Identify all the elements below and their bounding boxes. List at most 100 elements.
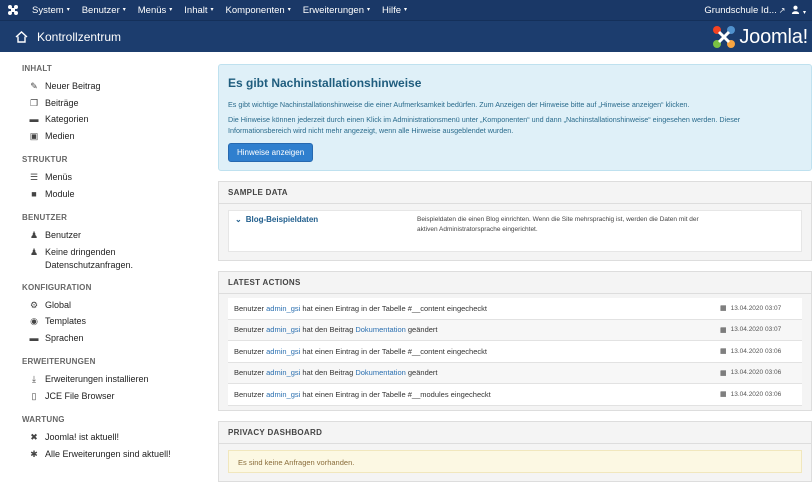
action-row: Benutzer admin_gsi hat einen Eintrag in …: [228, 384, 802, 406]
sidebar-item-label: Erweiterungen installieren: [45, 374, 149, 384]
action-text: Benutzer admin_gsi hat einen Eintrag in …: [234, 304, 720, 313]
menu-benutzer[interactable]: Benutzer ▾: [76, 5, 132, 16]
chevron-down-icon: ⌄: [235, 215, 242, 224]
menu-system[interactable]: System ▾: [26, 5, 76, 16]
sidebar-item-keine[interactable]: ♟ Keine dringenden Datenschutzanfragen.: [22, 246, 197, 274]
action-row: Benutzer admin_gsi hat den Beitrag Dokum…: [228, 362, 802, 384]
list-icon: ☰: [29, 172, 39, 182]
sample-data-panel: SAMPLE DATA ⌄ Blog-Beispieldaten Beispiel…: [218, 181, 812, 261]
joomla-logo-icon[interactable]: [0, 0, 26, 20]
sidebar-nav-list: ♟ Benutzer ♟ Keine dringenden Datenschutzan…: [22, 229, 197, 274]
action-text-part: hat einen Eintrag in der Tabelle #__cont…: [300, 303, 487, 313]
sidebar-item-erweiterungen[interactable]: ⤓ Erweiterungen installieren: [22, 373, 197, 390]
action-text-part: geändert: [405, 368, 438, 378]
sample-data-row: ⌄ Blog-Beispieldaten Beispieldaten die ei…: [228, 210, 802, 252]
privacy-dashboard-panel: PRIVACY DASHBOARD Es sind keine Anfragen…: [218, 420, 812, 482]
users-icon: ♟: [29, 230, 39, 240]
header-bar: Kontrollzentrum Joomla!: [0, 20, 812, 52]
sidebar-item-kategorien[interactable]: ▬ Kategorien: [22, 113, 197, 130]
sidebar-item-label: Beiträge: [45, 97, 79, 108]
post-install-alert: Es gibt Nachinstallationshinweise Es gib…: [218, 64, 812, 171]
sample-data-link[interactable]: ⌄ Blog-Beispieldaten: [235, 215, 417, 247]
sidebar-item-label: Module: [45, 188, 75, 199]
sidebar-nav-list: ☰ Menüs ■ Module: [22, 171, 197, 204]
user-icon[interactable]: ▾: [791, 5, 806, 16]
action-text-part: Benutzer: [234, 368, 267, 378]
user-link[interactable]: admin_gsi: [266, 368, 300, 377]
alert-title: Es gibt Nachinstallationshinweise: [228, 76, 422, 90]
sidebar-nav-list: ⚙ Global ◉ Templates ▬ Sprachen: [22, 299, 197, 349]
sidebar-section-title: BENUTZER: [22, 213, 68, 222]
alert-text-2: Die Hinweise können jederzeit durch eine…: [228, 115, 741, 135]
sidebar-item-label: Sprachen: [45, 332, 84, 343]
top-menubar: System ▾ Benutzer ▾ Menüs ▾ Inhalt ▾ Komponenten…: [0, 0, 812, 20]
sidebar: INHALT ✎ Neuer Beitrag ❐ Beiträge ▬ Kategorien…: [22, 62, 197, 482]
latest-actions-panel: LATEST ACTIONS Benutzer admin_gsi hat ei…: [218, 271, 812, 411]
joomla-brand-icon: [713, 26, 736, 48]
caret-down-icon: ▾: [169, 7, 173, 14]
sidebar-section-title: INHALT: [22, 64, 52, 73]
calendar-icon: ▦: [720, 369, 727, 377]
menu-hilfe[interactable]: Hilfe ▾: [376, 5, 413, 16]
action-text-part: hat einen Eintrag in der Tabelle #__cont…: [300, 346, 487, 356]
calendar-icon: ▦: [720, 391, 727, 399]
action-text-part: Benutzer: [234, 389, 267, 399]
action-text-part: hat den Beitrag: [300, 368, 356, 378]
user-link[interactable]: admin_gsi: [266, 304, 300, 313]
site-name-link[interactable]: Grundschule Id... ↗: [704, 5, 785, 16]
main-menu: System ▾ Benutzer ▾ Menüs ▾ Inhalt ▾ Komponenten…: [26, 5, 413, 16]
user-link[interactable]: admin_gsi: [266, 390, 300, 399]
menu-erweiterungen[interactable]: Erweiterungen ▾: [297, 5, 376, 16]
calendar-icon: ▦: [720, 305, 727, 313]
alert-text-1: Es gibt wichtige Nachinstallationshinwei…: [228, 100, 690, 109]
sidebar-item-sprachen[interactable]: ▬ Sprachen: [22, 332, 197, 349]
sidebar-item-alle[interactable]: ✱ Alle Erweiterungen sind aktuell!: [22, 448, 197, 476]
image-icon: ▣: [29, 130, 39, 141]
page-title: Kontrollzentrum: [37, 29, 122, 44]
menu-menüs[interactable]: Menüs ▾: [132, 5, 179, 16]
sidebar-item-beiträge[interactable]: ❐ Beiträge: [22, 97, 197, 114]
menu-komponenten[interactable]: Komponenten ▾: [220, 5, 297, 16]
caret-down-icon: ▾: [122, 7, 126, 14]
caret-down-icon: ▾: [66, 7, 70, 14]
home-icon: [12, 28, 30, 46]
sidebar-item-benutzer[interactable]: ♟ Benutzer: [22, 229, 197, 246]
sidebar-item-medien[interactable]: ▣ Medien: [22, 130, 197, 147]
action-text-part: Benutzer: [234, 346, 267, 356]
action-date: ▦ 13.04.2020 03:07: [720, 304, 782, 313]
user-link[interactable]: admin_gsi: [266, 325, 300, 334]
sidebar-item-module[interactable]: ■ Module: [22, 188, 197, 205]
panel-heading: SAMPLE DATA: [219, 182, 811, 204]
calendar-icon: ▦: [720, 348, 727, 356]
action-row: Benutzer admin_gsi hat einen Eintrag in …: [228, 341, 802, 363]
action-text: Benutzer admin_gsi hat einen Eintrag in …: [234, 347, 720, 356]
sidebar-item-joomla[interactable]: ✖ Joomla! ist aktuell!: [22, 431, 197, 448]
folder-icon: ▬: [29, 114, 39, 124]
sidebar-item-neuer[interactable]: ✎ Neuer Beitrag: [22, 80, 197, 97]
sidebar-item-menüs[interactable]: ☰ Menüs: [22, 171, 197, 188]
privacy-message: Es sind keine Anfragen vorhanden.: [228, 449, 802, 473]
sidebar-item-templates[interactable]: ◉ Templates: [22, 315, 197, 332]
menubar-right: Grundschule Id... ↗ ▾: [704, 0, 806, 20]
sidebar-section-title: ERWEITERUNGEN: [22, 357, 96, 366]
action-text-part: Benutzer: [234, 303, 267, 313]
external-link-icon: ↗: [778, 5, 786, 15]
sidebar-item-label: Alle Erweiterungen sind aktuell!: [45, 448, 171, 459]
eye-icon: ◉: [30, 316, 38, 326]
sidebar-item-global[interactable]: ⚙ Global: [22, 299, 197, 316]
menu-inhalt[interactable]: Inhalt ▾: [178, 5, 219, 16]
action-row: Benutzer admin_gsi hat einen Eintrag in …: [228, 298, 802, 320]
action-text-part: geändert: [405, 325, 438, 335]
item-link[interactable]: Dokumentation: [355, 368, 405, 377]
sidebar-item-jce[interactable]: ▯ JCE File Browser: [22, 390, 197, 407]
panel-heading: PRIVACY DASHBOARD: [219, 421, 811, 444]
sidebar-item-label: Kategorien: [45, 114, 89, 124]
action-text-part: hat einen Eintrag in der Tabelle #__modu…: [300, 389, 491, 399]
show-messages-button[interactable]: Hinweise anzeigen: [228, 143, 314, 162]
gear-icon: ⚙: [29, 299, 39, 310]
user-link[interactable]: admin_gsi: [266, 347, 300, 356]
sidebar-nav-list: ⤓ Erweiterungen installieren ▯ JCE File Bro…: [22, 373, 197, 406]
file-icon: ▯: [31, 390, 37, 401]
item-link[interactable]: Dokumentation: [355, 325, 405, 334]
sidebar-item-label: Joomla! ist aktuell!: [45, 432, 120, 442]
